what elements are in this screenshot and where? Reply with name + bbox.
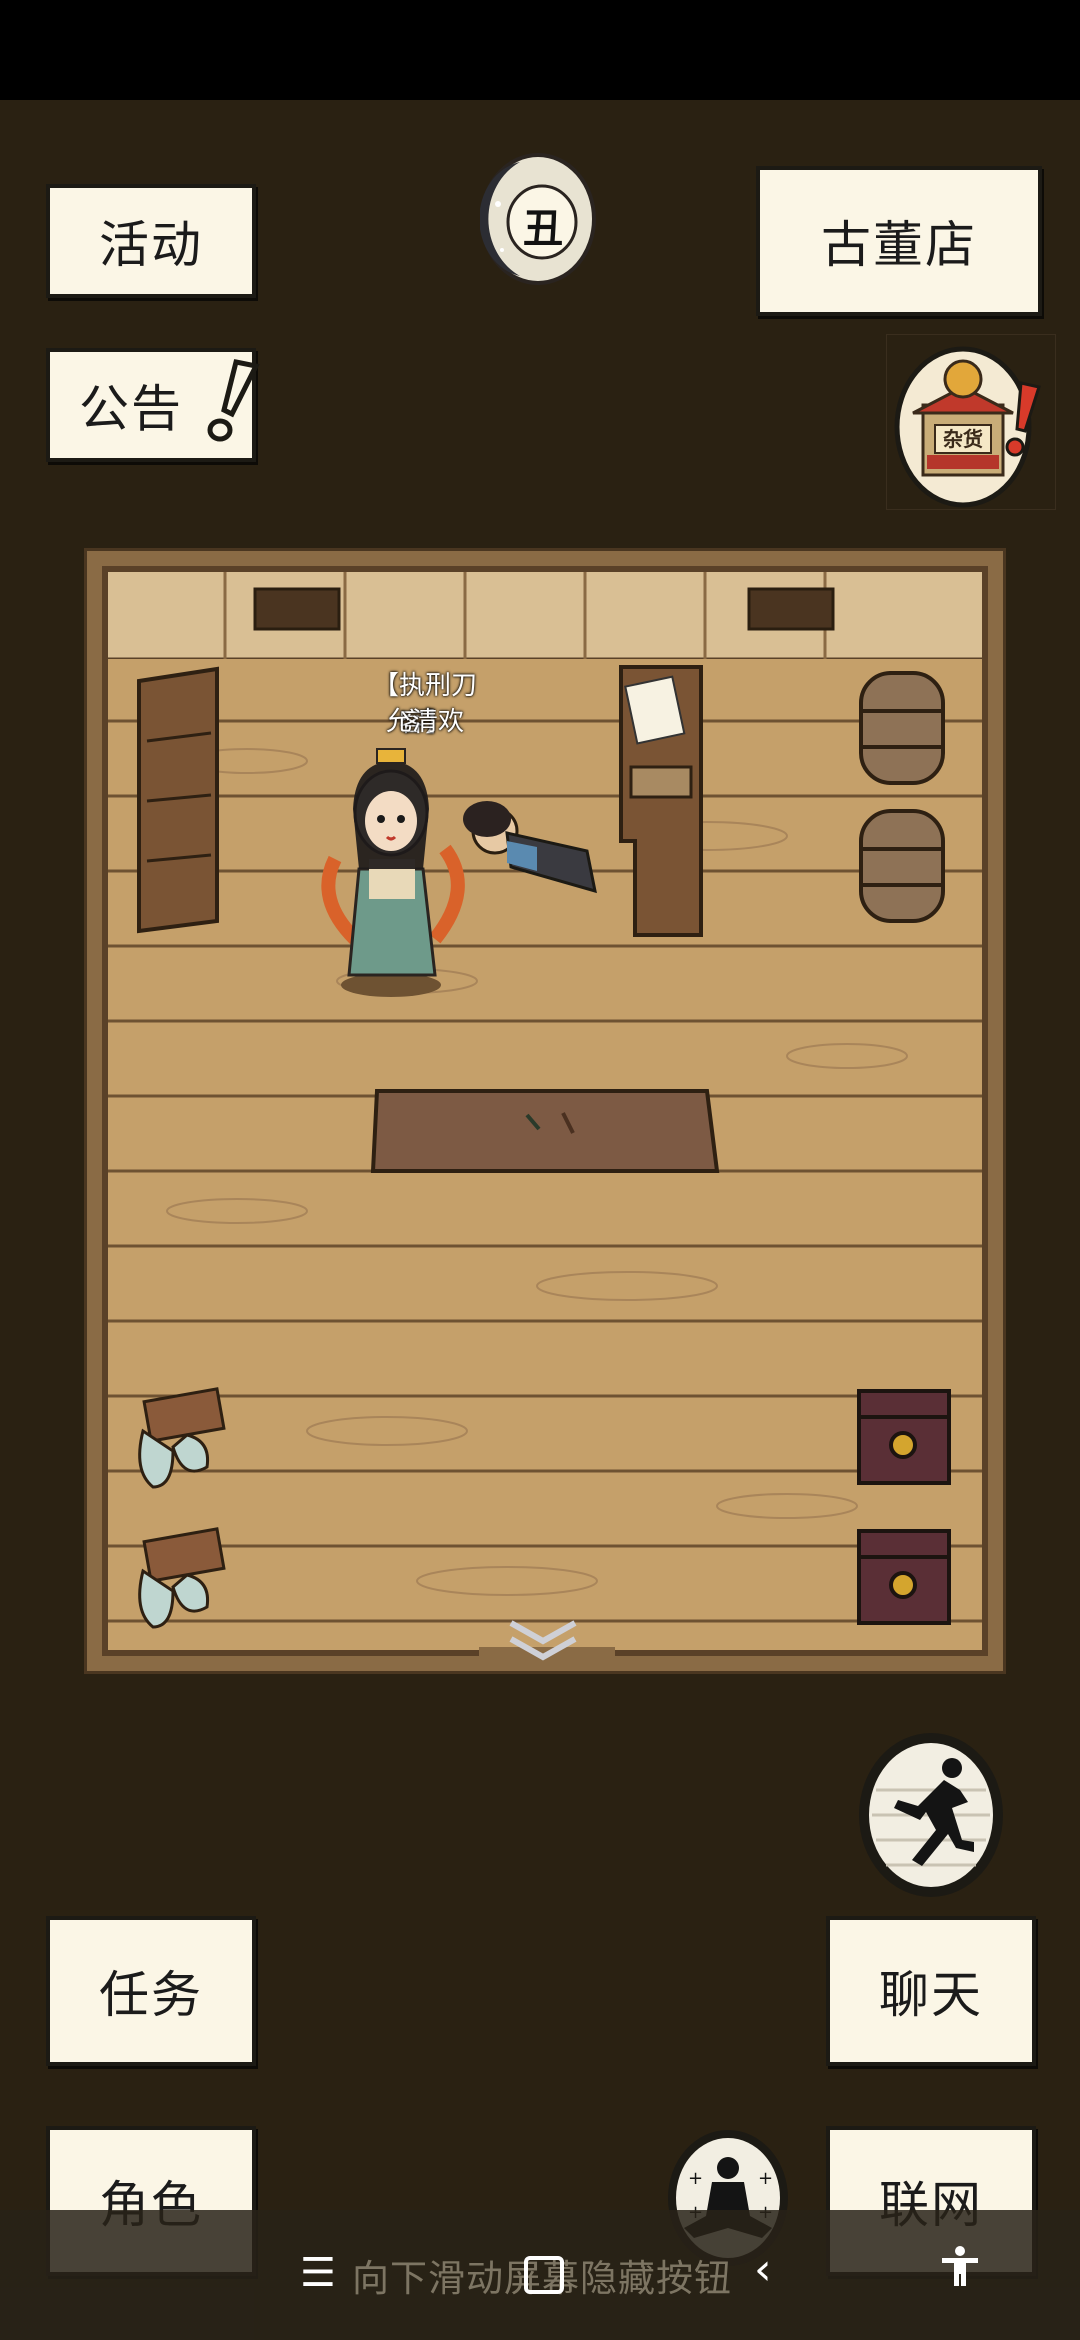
npc-character[interactable]: [315, 739, 465, 999]
task-label: 任务: [99, 1966, 203, 2024]
accessibility-icon[interactable]: [938, 2244, 982, 2292]
time-of-day-badge[interactable]: 丑: [480, 152, 596, 286]
accessibility-figure-icon: [942, 2246, 978, 2286]
svg-text:+: +: [688, 2168, 703, 2189]
menu-icon[interactable]: ☰: [300, 2250, 336, 2296]
activity-label: 活动: [99, 216, 203, 274]
notice-alert-icon: [207, 359, 260, 442]
game-room-scene[interactable]: 【执刑刀客】 允清欢: [84, 548, 1006, 1674]
antique-shop-label: 古董店: [821, 216, 977, 274]
notice-label: 公告: [79, 380, 183, 438]
back-icon[interactable]: ‹: [754, 2244, 772, 2295]
room-background: [102, 566, 988, 1661]
chat-button[interactable]: 聊天: [826, 1916, 1036, 2066]
general-store-sign: 杂货: [943, 427, 983, 451]
svg-text:+: +: [758, 2168, 773, 2189]
activity-button[interactable]: 活动: [46, 184, 256, 298]
task-button[interactable]: 任务: [46, 1916, 256, 2066]
running-man-icon: [859, 1733, 1003, 1897]
home-icon[interactable]: [524, 2256, 564, 2294]
general-store-button[interactable]: 杂货: [886, 334, 1056, 510]
chat-label: 聊天: [879, 1966, 983, 2024]
time-label: 丑: [523, 206, 563, 252]
status-bar: [0, 0, 1080, 100]
npc-name: 允清欢: [385, 707, 464, 737]
run-button[interactable]: [856, 1730, 1006, 1900]
antique-shop-button[interactable]: 古董店: [756, 166, 1042, 316]
npc-sprite: [321, 748, 465, 997]
